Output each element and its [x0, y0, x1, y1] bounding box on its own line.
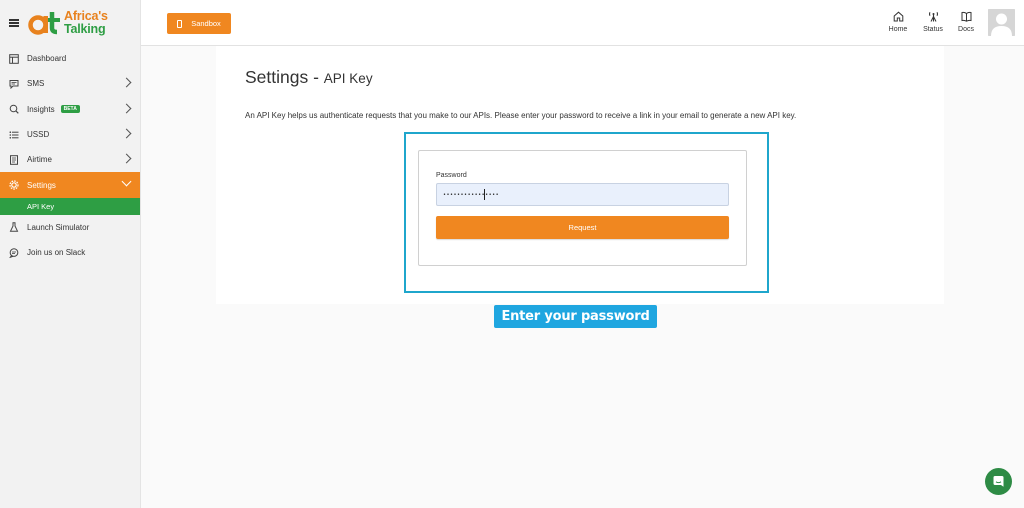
- sandbox-label: Sandbox: [191, 19, 221, 28]
- brand-line-2: Talking: [64, 22, 106, 36]
- sandbox-button[interactable]: Sandbox: [167, 13, 231, 34]
- chevron-right-icon: [121, 153, 132, 164]
- sidebar: Africa's Talking Dashboard SMS Insights …: [0, 0, 141, 508]
- sidebar-item-join-slack[interactable]: Join us on Slack: [0, 240, 140, 265]
- sidebar-item-api-key[interactable]: API Key: [0, 197, 140, 215]
- chevron-right-icon: [121, 103, 132, 114]
- sidebar-item-insights[interactable]: Insights BETA: [0, 97, 140, 122]
- status-label: Status: [923, 26, 943, 33]
- sidebar-item-label: Launch Simulator: [27, 222, 90, 232]
- antenna-icon: [928, 11, 938, 22]
- sidebar-item-label: Settings: [27, 180, 56, 190]
- sidebar-item-dashboard[interactable]: Dashboard: [0, 46, 140, 71]
- sidebar-item-label: USSD: [27, 130, 50, 140]
- chevron-right-icon: [121, 77, 132, 88]
- docs-link[interactable]: Docs: [953, 11, 979, 33]
- page-title-sub: API Key: [323, 71, 373, 86]
- message-icon: [9, 79, 19, 89]
- home-label: Home: [888, 26, 908, 33]
- brand-logo-icon: [28, 10, 62, 36]
- instruction-tooltip: Enter your password: [494, 305, 657, 328]
- dashboard-icon: [9, 53, 19, 64]
- sidebar-item-sms[interactable]: SMS: [0, 71, 140, 96]
- page-title-main: Settings -: [245, 67, 324, 87]
- chevron-right-icon: [121, 128, 132, 139]
- sidebar-item-label: Insights: [27, 104, 55, 114]
- avatar[interactable]: [988, 9, 1015, 36]
- password-form-card: [418, 150, 747, 266]
- chevron-down-icon: [121, 177, 132, 187]
- page-description: An API Key helps us authenticate request…: [245, 111, 797, 120]
- password-field[interactable]: [436, 183, 729, 206]
- gear-icon: [9, 180, 19, 190]
- beta-badge: BETA: [60, 105, 80, 114]
- chat-bubble-icon: [9, 248, 19, 258]
- document-icon: [9, 155, 19, 165]
- sidebar-item-airtime[interactable]: Airtime: [0, 147, 140, 172]
- sandbox-icon: [177, 19, 183, 28]
- status-link[interactable]: Status: [920, 11, 946, 33]
- home-link[interactable]: Home: [885, 11, 911, 33]
- sidebar-item-launch-simulator[interactable]: Launch Simulator: [0, 215, 140, 240]
- text-caret: [484, 189, 485, 200]
- book-icon: [961, 11, 971, 22]
- page-title: Settings - API Key: [245, 67, 373, 88]
- sidebar-item-ussd[interactable]: USSD: [0, 122, 140, 147]
- list-icon: [9, 130, 19, 140]
- chat-icon: [993, 476, 1004, 487]
- docs-label: Docs: [958, 26, 974, 33]
- sidebar-item-label: Dashboard: [27, 54, 67, 64]
- home-icon: [893, 11, 903, 22]
- top-header: Sandbox Home Status Docs: [141, 0, 1024, 46]
- sidebar-item-label: SMS: [27, 79, 45, 89]
- flask-icon: [9, 222, 19, 233]
- user-avatar-icon: [988, 9, 1015, 36]
- menu-icon[interactable]: [9, 19, 19, 27]
- password-label: Password: [436, 172, 467, 179]
- insights-icon: [9, 104, 19, 114]
- sidebar-item-label: API Key: [27, 201, 55, 211]
- brand-name: Africa's Talking: [64, 10, 108, 36]
- sidebar-item-label: Join us on Slack: [27, 248, 86, 258]
- support-chat-button[interactable]: [985, 468, 1012, 495]
- sidebar-item-settings[interactable]: Settings: [0, 172, 140, 198]
- request-button[interactable]: Request: [436, 216, 729, 239]
- logo-row: Africa's Talking: [0, 0, 140, 46]
- sidebar-item-label: Airtime: [27, 155, 52, 165]
